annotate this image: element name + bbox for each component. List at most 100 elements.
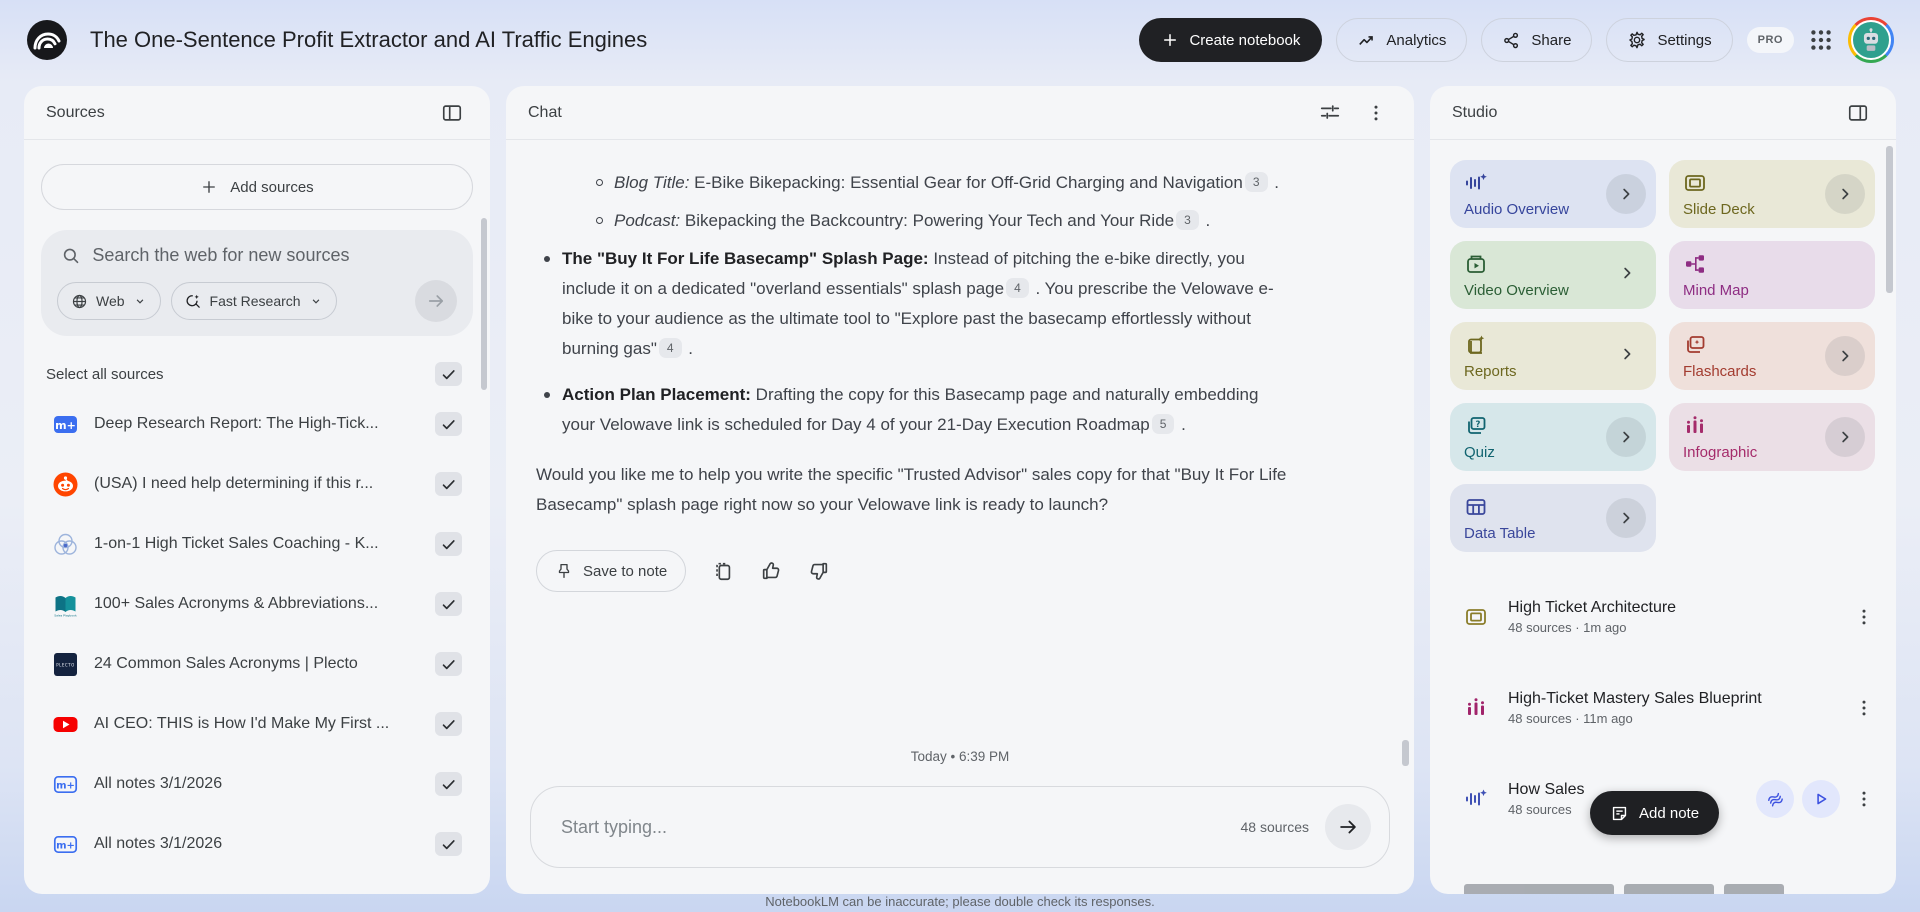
analytics-button[interactable]: Analytics	[1336, 18, 1468, 62]
google-apps-grid-icon[interactable]	[1808, 27, 1834, 53]
chevron-right-icon[interactable]	[1606, 498, 1646, 538]
audio-waveform-icon	[1464, 171, 1488, 195]
play-audio-button[interactable]	[1802, 780, 1840, 818]
infographic-icon	[1464, 696, 1490, 720]
artifact-more-menu-icon[interactable]	[1854, 698, 1874, 718]
chat-more-menu-icon[interactable]	[1360, 97, 1392, 129]
svg-text:?: ?	[1476, 420, 1481, 430]
share-icon	[1504, 32, 1519, 48]
chevron-right-icon[interactable]	[1825, 336, 1865, 376]
youtube-icon	[52, 711, 79, 738]
source-checkbox[interactable]	[435, 652, 462, 676]
chevron-right-icon[interactable]	[1825, 417, 1865, 457]
tile-label: Reports	[1464, 363, 1517, 380]
web-search-card: Web Fast Research	[41, 230, 473, 336]
artifact-more-menu-icon[interactable]	[1854, 607, 1874, 627]
copy-icon[interactable]	[712, 560, 734, 582]
create-notebook-button[interactable]: Create notebook	[1139, 18, 1323, 62]
studio-tile-data-table[interactable]: Data Table	[1450, 484, 1656, 552]
source-checkbox[interactable]	[435, 412, 462, 436]
source-row[interactable]: PLECTO 24 Common Sales Acronyms | Plecto	[41, 634, 473, 694]
add-sources-button[interactable]: Add sources	[41, 164, 473, 210]
user-avatar[interactable]	[1848, 17, 1894, 63]
source-row[interactable]: m+ All notes 3/1/2026	[41, 814, 473, 874]
collapse-studio-panel-icon[interactable]	[1842, 97, 1874, 129]
artifact-title: High-Ticket Mastery Sales Blueprint	[1508, 690, 1762, 707]
settings-button[interactable]: Settings	[1606, 18, 1733, 62]
chat-sub-bullet: Podcast: Bikepacking the Backcountry: Po…	[588, 206, 1294, 236]
notebooklm-logo-icon[interactable]	[26, 19, 68, 61]
studio-tile-video-overview[interactable]: Video Overview	[1450, 241, 1656, 309]
web-source-chip[interactable]: Web	[57, 282, 161, 320]
reddit-icon	[52, 471, 79, 498]
source-row[interactable]: m+ Deep Research Report: The High-Tick...	[41, 394, 473, 454]
collapse-sources-panel-icon[interactable]	[436, 97, 468, 129]
studio-tile-reports[interactable]: Reports	[1450, 322, 1656, 390]
citation-chip[interactable]: 4	[658, 338, 682, 358]
thumbs-down-icon[interactable]	[808, 560, 830, 582]
citation-chip[interactable]: 3	[1176, 210, 1199, 230]
chevron-right-icon[interactable]	[1825, 174, 1865, 214]
source-row[interactable]: 1-on-1 High Ticket Sales Coaching - K...	[41, 514, 473, 574]
source-row[interactable]: Sales Playbook 100+ Sales Acronyms & Abbr…	[41, 574, 473, 634]
chevron-right-icon[interactable]	[1618, 345, 1636, 363]
chevron-right-icon[interactable]	[1606, 417, 1646, 457]
reports-icon	[1464, 333, 1488, 357]
source-row[interactable]: (USA) I need help determining if this r.…	[41, 454, 473, 514]
sources-panel-title: Sources	[46, 103, 105, 121]
source-checkbox[interactable]	[435, 592, 462, 616]
tile-label: Mind Map	[1683, 282, 1749, 299]
studio-tile-infographic[interactable]: Infographic	[1669, 403, 1875, 471]
source-checkbox[interactable]	[435, 532, 462, 556]
studio-tile-quiz[interactable]: ? Quiz	[1450, 403, 1656, 471]
artifact-title: High Ticket Architecture	[1508, 599, 1677, 616]
studio-tile-audio-overview[interactable]: Audio Overview	[1450, 160, 1656, 228]
note-outline-icon: m+	[52, 831, 79, 858]
sources-scrollbar[interactable]	[481, 218, 487, 390]
studio-tile-flashcards[interactable]: Flashcards	[1669, 322, 1875, 390]
studio-scrollbar[interactable]	[1886, 146, 1893, 293]
select-all-checkbox[interactable]	[435, 362, 462, 386]
send-message-button[interactable]	[1325, 804, 1371, 850]
citation-chip[interactable]: 4	[1006, 278, 1029, 298]
chat-settings-tune-icon[interactable]	[1314, 97, 1346, 129]
source-title: All notes 3/1/2026	[94, 775, 223, 792]
chat-input[interactable]	[561, 816, 1241, 838]
thumbs-up-icon[interactable]	[760, 560, 782, 582]
save-to-note-button[interactable]: Save to note	[536, 550, 687, 592]
add-note-button[interactable]: Add note	[1590, 791, 1720, 835]
studio-list-row[interactable]: High Ticket Architecture 48 sources · 1m …	[1464, 594, 1874, 640]
studio-tile-slide-deck[interactable]: Slide Deck	[1669, 160, 1875, 228]
plecto-icon: PLECTO	[52, 651, 79, 678]
source-checkbox[interactable]	[435, 712, 462, 736]
studio-list-row[interactable]: High-Ticket Mastery Sales Blueprint 48 so…	[1464, 685, 1874, 731]
interactive-mode-button[interactable]	[1756, 780, 1794, 818]
web-search-input[interactable]	[92, 245, 453, 266]
tile-label: Data Table	[1464, 525, 1536, 542]
chat-paragraph: Would you like me to help you write the …	[536, 460, 1294, 520]
citation-chip[interactable]: 5	[1151, 414, 1175, 434]
artifact-more-menu-icon[interactable]	[1854, 789, 1874, 809]
audio-waveform-icon	[1464, 787, 1490, 811]
citation-chip[interactable]: 3	[1244, 172, 1268, 192]
fast-research-chip[interactable]: Fast Research	[170, 282, 337, 320]
studio-tile-mind-map[interactable]: Mind Map	[1669, 241, 1875, 309]
chevron-right-icon[interactable]	[1618, 264, 1636, 282]
data-table-icon	[1464, 495, 1488, 519]
select-all-label: Select all sources	[46, 365, 164, 383]
source-checkbox[interactable]	[435, 772, 462, 796]
source-row[interactable]: AI CEO: THIS is How I'd Make My First ..…	[41, 694, 473, 754]
source-row[interactable]: m+ All notes 3/1/2026	[41, 754, 473, 814]
chat-input-box: 48 sources	[530, 786, 1390, 868]
tile-label: Flashcards	[1683, 363, 1757, 380]
search-submit-button[interactable]	[415, 280, 457, 322]
source-checkbox[interactable]	[435, 472, 462, 496]
chat-bullet: The "Buy It For Life Basecamp" Splash Pa…	[536, 244, 1294, 364]
chat-text: Action Plan Placement: Drafting the copy…	[562, 385, 1259, 434]
chat-scrollbar[interactable]	[1402, 740, 1409, 766]
chevron-right-icon[interactable]	[1606, 174, 1646, 214]
chat-panel-title: Chat	[528, 103, 562, 121]
source-title: 24 Common Sales Acronyms | Plecto	[94, 655, 358, 672]
share-button[interactable]: Share	[1481, 18, 1593, 62]
source-checkbox[interactable]	[435, 832, 462, 856]
